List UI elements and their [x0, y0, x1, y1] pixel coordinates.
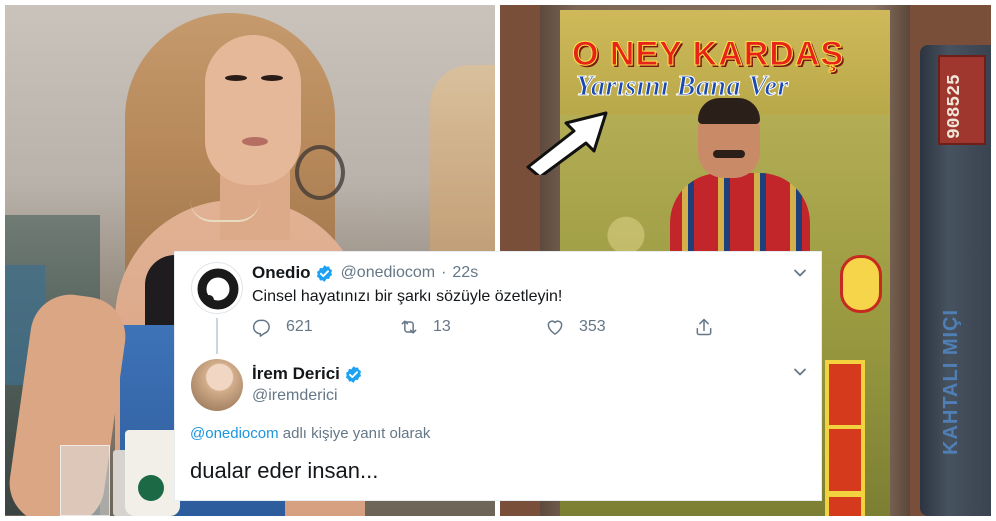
- reply-to-mention-link[interactable]: @onediocom: [190, 425, 279, 442]
- tweet-header: Onedio @onediocom · 22s: [252, 262, 478, 284]
- cassette-title: O NEY KARDAŞ: [572, 35, 845, 74]
- tweet-card: Onedio @onediocom · 22s Cinsel hayatınız…: [174, 251, 822, 501]
- photo-cup-logo: [138, 475, 164, 501]
- onedio-logo-icon: [197, 268, 239, 310]
- thread-connector-line: [216, 318, 218, 354]
- photo-brush-jar: [60, 445, 110, 516]
- chevron-down-icon[interactable]: [792, 364, 808, 380]
- verified-badge-icon: [344, 365, 363, 384]
- cassette-man-moustache: [713, 150, 745, 158]
- like-count: 353: [579, 318, 606, 335]
- tweet-text: Cinsel hayatınızı bir şarkı sözüyle özet…: [252, 288, 563, 305]
- share-icon: [696, 318, 712, 336]
- photo-lips: [242, 137, 268, 146]
- reply-to-suffix: adlı kişiye yanıt olarak: [278, 425, 431, 442]
- side-cassette-spine-text: KAHTALI MIÇI: [940, 308, 962, 455]
- photo-right-eye: [261, 75, 283, 81]
- cassette-label-logo: [840, 255, 882, 313]
- reply-handle-row: @iremderici: [252, 386, 338, 406]
- arrow-pointer-icon: [526, 111, 608, 175]
- like-heart-icon: [547, 320, 563, 335]
- like-button[interactable]: 353: [545, 317, 606, 337]
- tweet-author-handle[interactable]: @onediocom: [341, 264, 436, 282]
- irem-derici-avatar[interactable]: [191, 359, 243, 411]
- photo-necklace: [190, 200, 260, 222]
- reply-text: dualar eder insan...: [190, 458, 379, 483]
- cassette-big-letter: [825, 360, 865, 430]
- cassette-big-letter: [825, 493, 865, 516]
- separator-dot: ·: [441, 264, 447, 281]
- reply-icon: [252, 319, 270, 337]
- photo-coffee-cup: [125, 430, 180, 516]
- cassette-man-shirt: [670, 173, 810, 253]
- verified-badge-icon: [315, 264, 334, 283]
- onedio-avatar[interactable]: [191, 262, 243, 314]
- side-cassette-number: 908525: [945, 74, 965, 139]
- tweet-timestamp[interactable]: 22s: [452, 264, 478, 282]
- chevron-down-icon[interactable]: [792, 265, 808, 281]
- reply-author-handle[interactable]: @iremderici: [252, 387, 338, 405]
- reply-count: 621: [286, 318, 313, 335]
- reply-button[interactable]: 621: [252, 317, 313, 337]
- retweet-button[interactable]: 13: [399, 317, 451, 337]
- photo-left-eye: [225, 75, 247, 81]
- replying-to-context: @onediocom adlı kişiye yanıt olarak: [190, 425, 430, 442]
- tweet-author-name[interactable]: Onedio: [252, 263, 311, 283]
- photo-shoulder-tattoo: [295, 145, 345, 200]
- reply-header: İrem Derici: [252, 363, 363, 385]
- retweet-count: 13: [433, 318, 451, 335]
- cassette-man-hair: [698, 98, 760, 124]
- cassette-big-letter: [825, 425, 865, 495]
- share-button[interactable]: [694, 317, 728, 337]
- retweet-icon: [401, 320, 417, 334]
- photo-face: [205, 35, 301, 185]
- reply-author-name[interactable]: İrem Derici: [252, 364, 340, 384]
